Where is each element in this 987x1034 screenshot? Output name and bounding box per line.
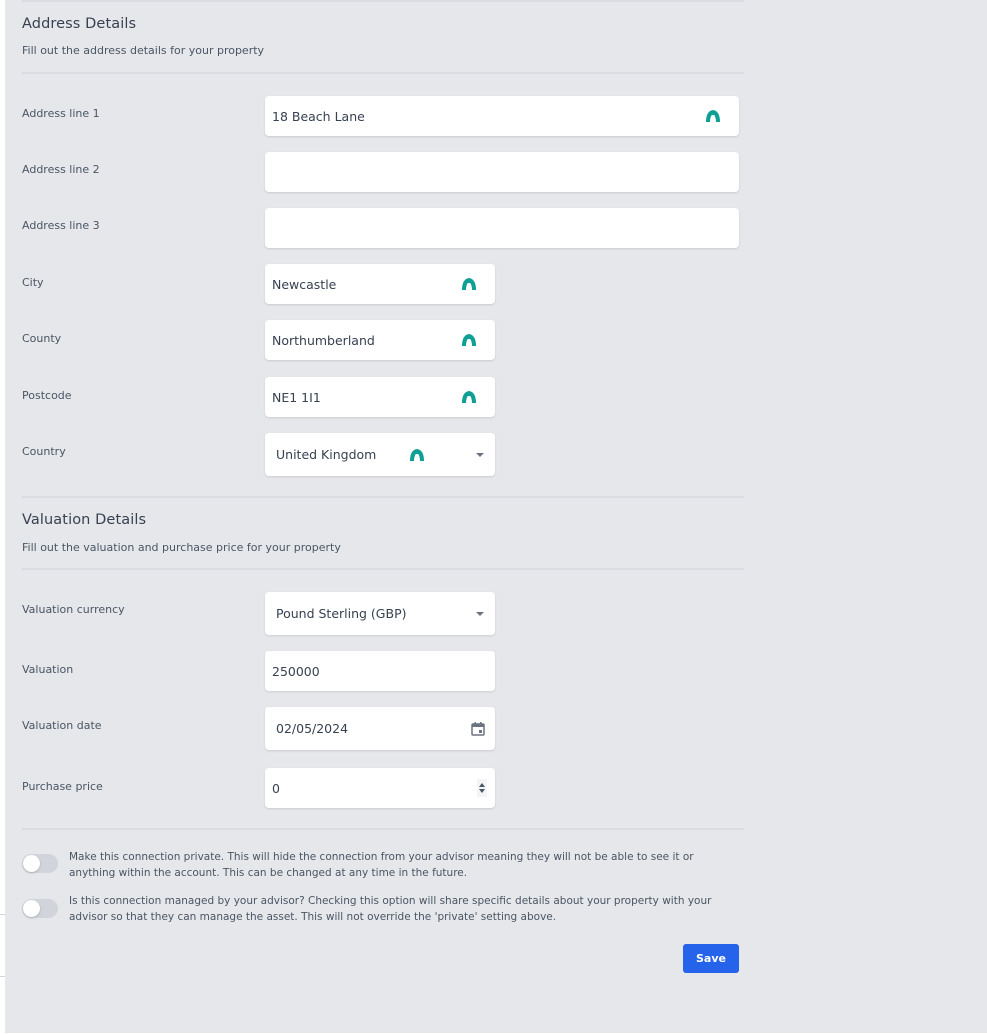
valuation-section-description: Fill out the valuation and purchase pric…: [22, 541, 341, 554]
city-input[interactable]: Newcastle: [265, 264, 495, 304]
purchase-price-input[interactable]: 0: [265, 768, 495, 808]
section-divider: [22, 72, 744, 74]
city-value: Newcastle: [272, 276, 337, 292]
address-line-2-label: Address line 2: [22, 163, 100, 176]
toggle-knob: [23, 855, 40, 872]
private-connection-text: Make this connection private. This will …: [69, 851, 694, 879]
address-line-3-input[interactable]: [265, 208, 739, 248]
property-form-panel: Address Details Fill out the address det…: [5, 0, 987, 1033]
country-select[interactable]: United Kingdom: [265, 433, 495, 476]
valuation-currency-value: Pound Sterling (GBP): [276, 606, 407, 621]
autofill-icon[interactable]: [461, 390, 477, 404]
autofill-icon[interactable]: [461, 333, 477, 347]
city-label: City: [22, 276, 44, 289]
address-line-3-label: Address line 3: [22, 219, 100, 232]
postcode-value: NE1 1I1: [272, 389, 321, 405]
autofill-icon[interactable]: [409, 448, 425, 462]
number-stepper[interactable]: [477, 779, 487, 797]
section-divider: [22, 568, 744, 570]
country-value: United Kingdom: [276, 447, 377, 462]
section-divider: [22, 828, 744, 830]
address-line-1-label: Address line 1: [22, 107, 100, 120]
valuation-currency-select[interactable]: Pound Sterling (GBP): [265, 592, 495, 635]
valuation-input[interactable]: 250000: [265, 651, 495, 691]
county-input[interactable]: Northumberland: [265, 320, 495, 360]
advisor-managed-text: Is this connection managed by your advis…: [69, 895, 712, 923]
address-section-title: Address Details: [22, 16, 137, 32]
valuation-date-value: 02/05/2024: [276, 721, 349, 736]
valuation-date-input[interactable]: 02/05/2024: [265, 707, 495, 750]
toggle-knob: [23, 900, 40, 917]
valuation-label: Valuation: [22, 663, 74, 676]
autofill-icon[interactable]: [705, 109, 721, 123]
private-connection-toggle[interactable]: [22, 854, 58, 873]
address-section-description: Fill out the address details for your pr…: [22, 44, 265, 57]
increment-icon[interactable]: [479, 783, 485, 787]
section-divider: [22, 496, 744, 498]
autofill-icon[interactable]: [461, 277, 477, 291]
section-divider: [22, 0, 744, 2]
save-button[interactable]: Save: [683, 944, 739, 973]
valuation-currency-label: Valuation currency: [22, 603, 125, 616]
postcode-input[interactable]: NE1 1I1: [265, 377, 495, 417]
purchase-price-label: Purchase price: [22, 780, 103, 793]
valuation-value: 250000: [272, 663, 320, 679]
valuation-date-label: Valuation date: [22, 719, 102, 732]
purchase-price-value: 0: [272, 780, 280, 796]
address-line-1-value: 18 Beach Lane: [272, 108, 365, 124]
address-line-1-input[interactable]: 18 Beach Lane: [265, 96, 739, 136]
calendar-icon[interactable]: [470, 721, 486, 737]
postcode-label: Postcode: [22, 389, 72, 402]
county-label: County: [22, 332, 62, 345]
county-value: Northumberland: [272, 332, 375, 348]
chevron-down-icon[interactable]: [476, 611, 484, 616]
chevron-down-icon[interactable]: [476, 452, 484, 457]
address-line-2-input[interactable]: [265, 152, 739, 192]
valuation-section-title: Valuation Details: [22, 512, 147, 528]
decrement-icon[interactable]: [479, 789, 485, 793]
country-label: Country: [22, 445, 66, 458]
advisor-managed-toggle[interactable]: [22, 899, 58, 918]
